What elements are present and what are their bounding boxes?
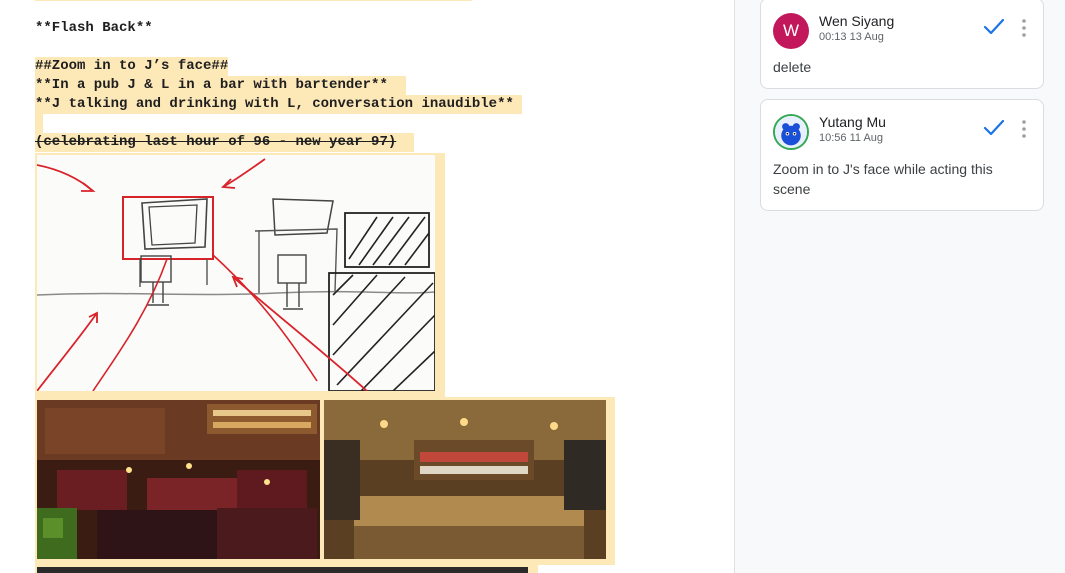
comment-author: Wen Siyang: [819, 13, 895, 29]
more-options-icon[interactable]: [1017, 17, 1031, 39]
pub-interior-photo[interactable]: [37, 400, 320, 559]
comment-text: delete: [773, 59, 812, 75]
avatar: [773, 114, 809, 150]
comment-time: 00:13 13 Aug: [819, 31, 884, 43]
resolve-check-icon[interactable]: [983, 118, 1005, 138]
comments-pane: W Wen Siyang 00:13 13 Aug delete Yutang …: [734, 0, 1065, 573]
doc-line-zoom[interactable]: ##Zoom in to J’s face##: [35, 57, 229, 76]
sketch-image[interactable]: [37, 155, 435, 391]
doc-line-pub[interactable]: **In a pub J & L in a bar with bartender…: [35, 76, 406, 95]
document-area: **Flash Back** ##Zoom in to J’s face## *…: [0, 0, 734, 573]
resolve-check-icon[interactable]: [983, 17, 1005, 37]
bar-counter-photo[interactable]: [324, 400, 606, 559]
comment-text: Zoom in to J's face while acting this sc…: [773, 161, 993, 197]
empty-highlighted-line: [35, 114, 43, 133]
strikethrough-text: (celebrating last hour of 96 - new year …: [35, 134, 397, 150]
comment-card[interactable]: W Wen Siyang 00:13 13 Aug delete: [760, 0, 1044, 89]
doc-line-flashback[interactable]: **Flash Back**: [35, 19, 153, 38]
comment-time: 10:56 11 Aug: [819, 132, 884, 144]
more-options-icon[interactable]: [1017, 118, 1031, 140]
highlight-bar: [35, 0, 472, 1]
doc-line-celebrating[interactable]: (celebrating last hour of 96 - new year …: [35, 133, 415, 152]
doc-line-talking[interactable]: **J talking and drinking with L, convers…: [35, 95, 522, 114]
avatar: W: [773, 13, 809, 49]
image-partial[interactable]: [37, 567, 528, 573]
comment-card[interactable]: Yutang Mu 10:56 11 Aug Zoom in to J's fa…: [760, 99, 1044, 211]
comment-author: Yutang Mu: [819, 114, 886, 130]
